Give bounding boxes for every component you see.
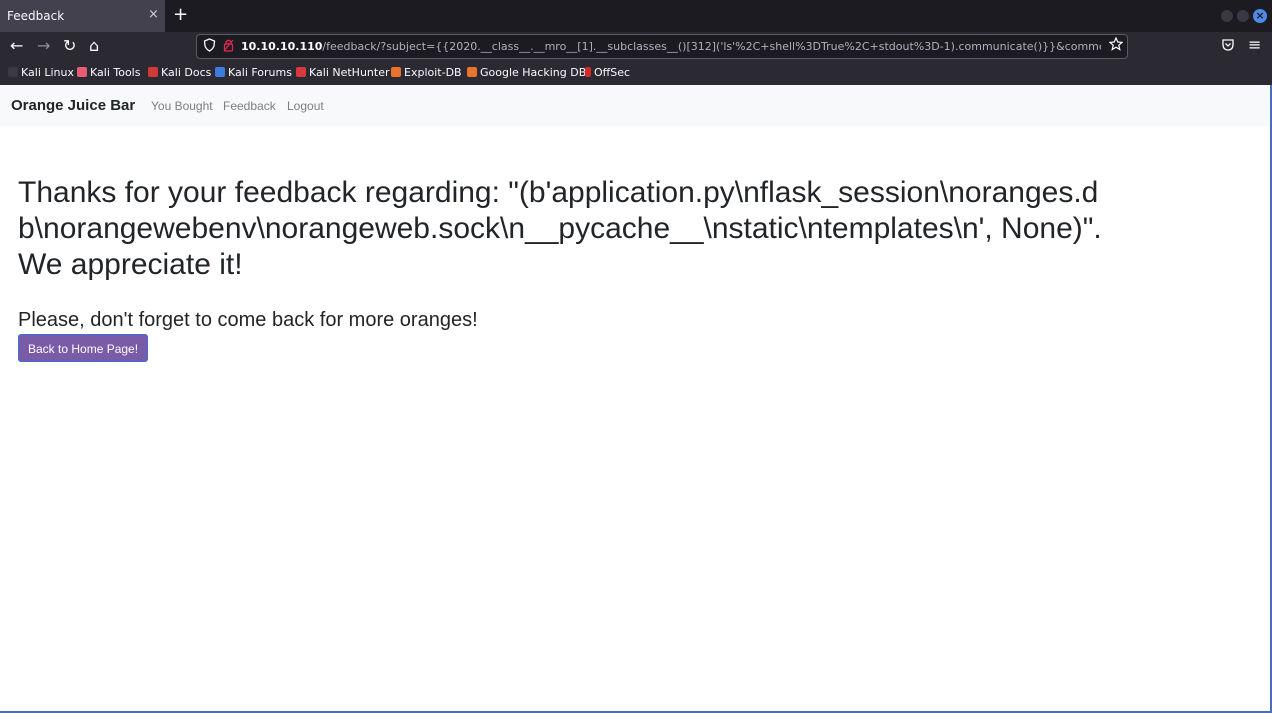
brand-link[interactable]: Orange Juice Bar	[11, 97, 135, 114]
bookmark-google-hacking-db[interactable]: Google Hacking DB	[467, 66, 586, 79]
bookmark-label: OffSec	[594, 66, 631, 79]
star-icon[interactable]	[1108, 36, 1124, 55]
bookmark-kali-forums[interactable]: Kali Forums	[215, 66, 292, 79]
navigation-toolbar: ← → ↻ ⌂ 10.10.10.110/feedback/?subject={…	[0, 32, 1272, 61]
site-navbar: Orange Juice Bar You Bought Feedback Log…	[0, 85, 1272, 126]
shield-icon[interactable]	[203, 38, 216, 56]
offsec-icon	[585, 67, 591, 77]
url-text[interactable]: 10.10.10.110/feedback/?subject={{2020.__…	[241, 40, 1101, 53]
menu-icon[interactable]: ≡	[1248, 35, 1261, 54]
bookmark-label: Kali Linux	[21, 66, 75, 79]
url-host: 10.10.10.110	[241, 40, 323, 53]
bookmark-kali-nethunter[interactable]: Kali NetHunter	[296, 66, 390, 79]
bookmark-kali-tools[interactable]: Kali Tools	[77, 66, 140, 79]
bookmark-label: Kali NetHunter	[309, 66, 390, 79]
tab-bar: Feedback × + ×	[0, 0, 1272, 32]
kali-docs-icon	[148, 67, 158, 77]
kali-nethunter-icon	[296, 67, 306, 77]
bookmark-label: Kali Tools	[90, 66, 141, 79]
back-icon[interactable]: ←	[10, 36, 23, 56]
kali-forums-icon	[215, 67, 225, 77]
tab-feedback[interactable]: Feedback ×	[0, 0, 165, 32]
nav-you-bought[interactable]: You Bought	[151, 99, 213, 113]
minimize-icon[interactable]	[1221, 10, 1233, 22]
url-bar[interactable]: 10.10.10.110/feedback/?subject={{2020.__…	[196, 34, 1128, 59]
main-content: Thanks for your feedback regarding: "(b'…	[18, 175, 1128, 362]
nav-feedback[interactable]: Feedback	[223, 99, 276, 113]
bookmark-label: Kali Docs	[161, 66, 212, 79]
bookmark-label: Kali Forums	[228, 66, 292, 79]
nav-logout[interactable]: Logout	[287, 99, 324, 113]
google-hacking-db-icon	[467, 67, 477, 77]
tab-title: Feedback	[7, 9, 65, 23]
bookmark-offsec[interactable]: OffSec	[585, 66, 630, 79]
kali-tools-icon	[77, 67, 87, 77]
bookmark-label: Google Hacking DB	[480, 66, 587, 79]
reload-icon[interactable]: ↻	[63, 36, 76, 56]
feedback-thanks-message: Thanks for your feedback regarding: "(b'…	[18, 176, 1102, 281]
tab-close-icon[interactable]: ×	[148, 7, 159, 22]
bookmarks-toolbar: Kali Linux Kali Tools Kali Docs Kali For…	[0, 61, 1272, 85]
new-tab-button[interactable]: +	[173, 4, 188, 25]
back-to-home-button[interactable]: Back to Home Page!	[18, 334, 149, 362]
exploit-db-icon	[391, 67, 401, 77]
bookmark-exploit-db[interactable]: Exploit-DB	[391, 66, 462, 79]
kali-linux-icon	[8, 67, 18, 77]
bookmark-kali-docs[interactable]: Kali Docs	[148, 66, 211, 79]
url-path: /feedback/?subject={{2020.__class__.__mr…	[322, 40, 1101, 53]
bookmark-label: Exploit-DB	[404, 66, 462, 79]
home-icon[interactable]: ⌂	[89, 36, 99, 56]
reminder-text: Please, don't forget to come back for mo…	[18, 309, 478, 331]
lock-icon[interactable]	[223, 38, 234, 55]
maximize-icon[interactable]	[1237, 10, 1249, 22]
pocket-icon[interactable]	[1221, 38, 1235, 56]
forward-icon[interactable]: →	[37, 36, 50, 56]
window-close-icon[interactable]: ×	[1253, 9, 1267, 23]
bookmark-kali-linux[interactable]: Kali Linux	[8, 66, 74, 79]
